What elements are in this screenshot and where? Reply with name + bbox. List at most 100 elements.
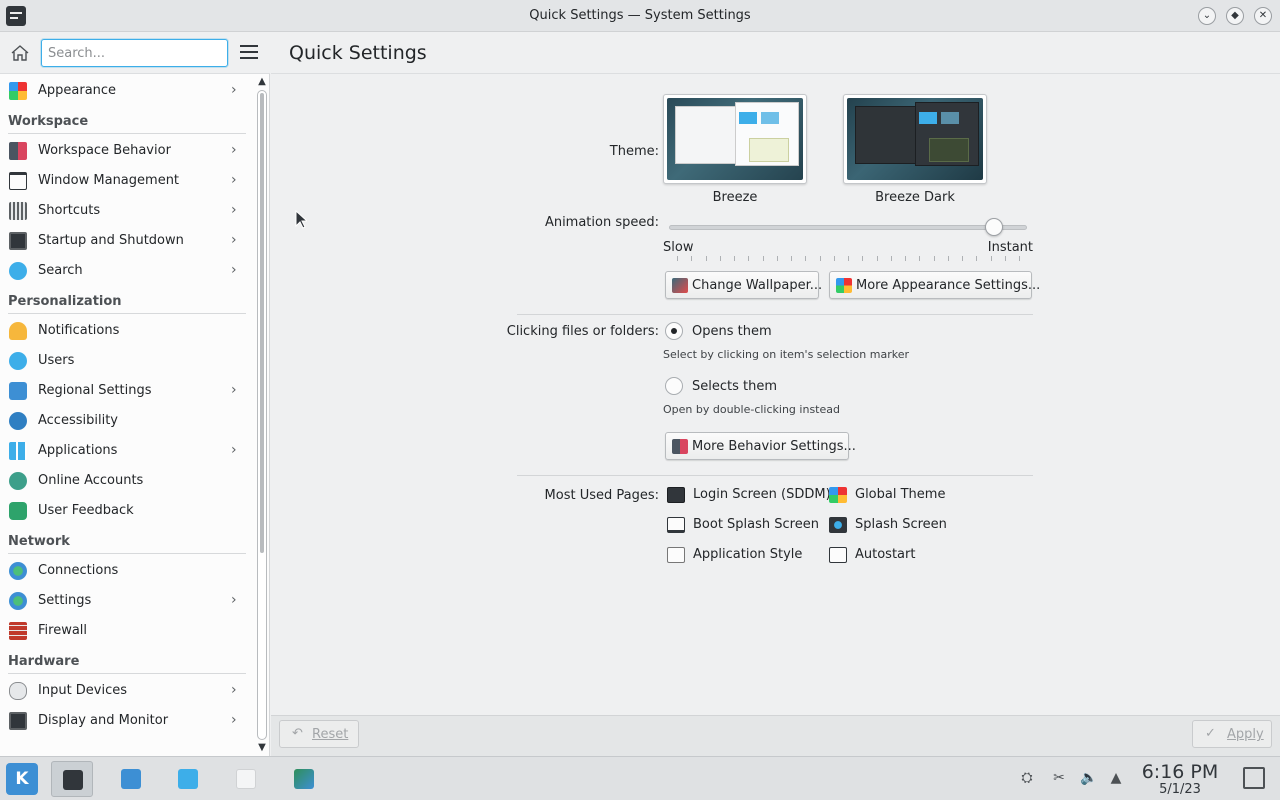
workspace-behavior-icon xyxy=(9,142,27,160)
selects-them-radio[interactable] xyxy=(665,377,683,395)
most-used-autostart[interactable]: Autostart xyxy=(829,545,959,565)
section-label: Network xyxy=(8,534,70,549)
sidebar-item-label: Shortcuts xyxy=(38,203,101,218)
tray-expand-icon[interactable]: ▲ xyxy=(1107,769,1125,787)
chevron-right-icon: › xyxy=(231,592,237,608)
slider-handle[interactable] xyxy=(985,218,1003,236)
maximize-button[interactable]: ◆ xyxy=(1226,7,1244,25)
scroll-track[interactable] xyxy=(257,90,267,740)
undo-icon: ↶ xyxy=(292,726,303,741)
home-button[interactable] xyxy=(10,44,30,62)
kde-launcher-icon[interactable]: K xyxy=(6,763,38,795)
most-used-global-theme[interactable]: Global Theme xyxy=(829,485,959,505)
theme-name-breeze-dark: Breeze Dark xyxy=(875,190,955,205)
footer-bar: ↶ Reset ✓ Apply xyxy=(271,715,1280,756)
more-appearance-settings-button[interactable]: More Appearance Settings... xyxy=(829,271,1040,299)
clipboard-scissors-icon[interactable]: ✂ xyxy=(1050,769,1068,787)
task-network-app[interactable] xyxy=(283,761,325,797)
search-input[interactable] xyxy=(41,39,228,67)
scroll-thumb[interactable] xyxy=(260,93,264,553)
sidebar-section-workspace: Workspace xyxy=(8,110,246,134)
globe-icon xyxy=(9,562,27,580)
scroll-up-icon[interactable]: ▲ xyxy=(256,76,268,88)
firewall-icon xyxy=(9,622,27,640)
network-app-icon xyxy=(294,769,314,789)
animation-speed-slider[interactable] xyxy=(669,218,1027,238)
opens-them-radio[interactable] xyxy=(665,322,683,340)
sidebar-item-startup-and-shutdown[interactable]: Startup and Shutdown › xyxy=(0,226,254,256)
sidebar-item-shortcuts[interactable]: Shortcuts › xyxy=(0,196,254,226)
sidebar: Appearance›WorkspaceWorkspace Behavior›W… xyxy=(0,32,270,756)
feedback-icon xyxy=(9,502,27,520)
sidebar-item-label: Startup and Shutdown xyxy=(38,233,184,248)
slider-ticks xyxy=(669,256,1027,262)
sidebar-section-hardware: Hardware xyxy=(8,650,246,674)
sidebar-item-connections[interactable]: Connections xyxy=(0,556,254,586)
selects-them-label[interactable]: Selects them xyxy=(692,379,777,394)
sidebar-item-user-feedback[interactable]: User Feedback xyxy=(0,496,254,526)
sidebar-item-online-accounts[interactable]: Online Accounts xyxy=(0,466,254,496)
slider-tick xyxy=(677,256,678,261)
network-tray-icon[interactable]: ⛭ xyxy=(1018,769,1036,787)
task-file-manager[interactable] xyxy=(167,761,209,797)
sidebar-item-users[interactable]: Users xyxy=(0,346,254,376)
sidebar-item-label: Applications xyxy=(38,443,118,458)
slider-tick xyxy=(934,256,935,261)
sidebar-item-label: Search xyxy=(38,263,83,278)
wallpaper-icon xyxy=(672,278,688,293)
chevron-right-icon: › xyxy=(231,382,237,398)
online-accounts-icon xyxy=(9,472,27,490)
most-used-splash-screen[interactable]: Splash Screen xyxy=(829,515,959,535)
theme-card-breeze[interactable] xyxy=(663,94,807,184)
sidebar-item-settings[interactable]: Settings › xyxy=(0,586,254,616)
workspace-behavior-icon xyxy=(672,439,688,454)
diamond-icon: ◆ xyxy=(1231,10,1239,21)
sidebar-item-applications[interactable]: Applications › xyxy=(0,436,254,466)
sidebar-item-label: Window Management xyxy=(38,173,180,188)
theme-name-breeze: Breeze xyxy=(712,190,758,205)
sidebar-item-workspace-behavior[interactable]: Workspace Behavior › xyxy=(0,136,254,166)
bell-icon xyxy=(9,322,27,340)
reset-button[interactable]: ↶ Reset xyxy=(279,720,359,748)
most-used-boot-splash[interactable]: Boot Splash Screen xyxy=(667,515,827,535)
sidebar-item-window-management[interactable]: Window Management › xyxy=(0,166,254,196)
change-wallpaper-button[interactable]: Change Wallpaper... xyxy=(665,271,822,299)
discover-icon xyxy=(121,769,141,789)
hamburger-menu-button[interactable] xyxy=(240,45,258,61)
slider-tick xyxy=(691,256,692,261)
slider-tick xyxy=(976,256,977,261)
section-label: Workspace xyxy=(8,114,89,129)
sidebar-item-firewall[interactable]: Firewall xyxy=(0,616,254,646)
sidebar-item-notifications[interactable]: Notifications xyxy=(0,316,254,346)
sidebar-item-label: Display and Monitor xyxy=(38,713,169,728)
show-desktop-icon[interactable] xyxy=(1243,767,1265,789)
close-button[interactable]: ✕ xyxy=(1254,7,1272,25)
sidebar-item-input-devices[interactable]: Input Devices › xyxy=(0,676,254,706)
minimize-button[interactable]: ⌄ xyxy=(1198,7,1216,25)
task-document[interactable] xyxy=(225,761,267,797)
volume-icon[interactable]: 🔈 xyxy=(1080,769,1098,787)
theme-card-breeze-dark[interactable] xyxy=(843,94,987,184)
opens-them-label[interactable]: Opens them xyxy=(692,324,772,339)
clock-time[interactable]: 6:16 PM xyxy=(1140,761,1220,783)
animation-speed-label: Animation speed: xyxy=(544,215,659,230)
slider-tick xyxy=(991,256,992,261)
sidebar-item-search[interactable]: Search › xyxy=(0,256,254,286)
slider-tick xyxy=(820,256,821,261)
taskbar: K ⛭ ✂ 🔈 ▲ 6:16 PM 5/1/23 xyxy=(0,756,1280,800)
globe-settings-icon xyxy=(9,592,27,610)
sidebar-item-regional-settings[interactable]: Regional Settings › xyxy=(0,376,254,406)
apply-button[interactable]: ✓ Apply xyxy=(1192,720,1272,748)
sidebar-item-display-and-monitor[interactable]: Display and Monitor › xyxy=(0,706,254,736)
most-used-login-screen[interactable]: Login Screen (SDDM) xyxy=(667,485,831,505)
task-discover[interactable] xyxy=(110,761,152,797)
more-behavior-settings-button[interactable]: More Behavior Settings... xyxy=(665,432,856,460)
task-system-settings[interactable] xyxy=(51,761,93,797)
window-titlebar[interactable]: Quick Settings — System Settings ⌄ ◆ ✕ xyxy=(0,0,1280,32)
sidebar-item-accessibility[interactable]: Accessibility xyxy=(0,406,254,436)
most-used-application-style[interactable]: Application Style xyxy=(667,545,827,565)
clock-date[interactable]: 5/1/23 xyxy=(1140,782,1220,797)
sidebar-item-appearance[interactable]: Appearance › xyxy=(0,76,254,106)
sidebar-scrollbar[interactable]: ▲ ▼ xyxy=(254,74,270,756)
scroll-down-icon[interactable]: ▼ xyxy=(256,742,268,754)
